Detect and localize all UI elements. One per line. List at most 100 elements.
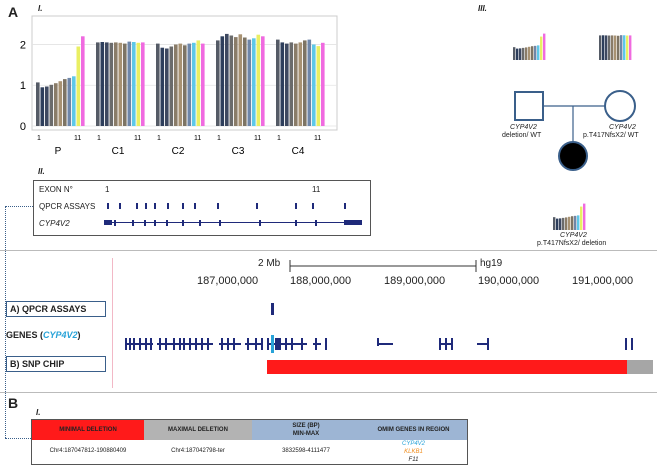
- snp-uncertain-bar: [627, 360, 653, 374]
- bar-P-9: [72, 76, 76, 126]
- mother-minichart-bar-2: [602, 35, 605, 60]
- mother-symbol: [604, 90, 636, 122]
- header-minmax-text: MIN-MAX: [292, 431, 320, 437]
- proband-minichart-bar-4: [562, 217, 565, 230]
- coordinate-tick-5: 191,000,000: [572, 275, 634, 287]
- father-minichart: [513, 33, 546, 60]
- panel-b-letter: B: [8, 395, 19, 411]
- bar-C3-11: [261, 36, 265, 126]
- scale-bar: [289, 260, 477, 272]
- genes-track-label: GENES (CYP4V2): [6, 330, 81, 340]
- mother-minichart-bar-3: [605, 35, 608, 60]
- proband-minichart-bar-1: [553, 217, 556, 230]
- panel-a-iii-label: III.: [478, 4, 487, 13]
- genes-track-gene: CYP4V2: [43, 330, 78, 340]
- proband-gene-label: CYP4V2: [560, 232, 587, 239]
- panel-a-divider: [0, 250, 657, 251]
- mother-minichart-bar-8: [620, 35, 623, 60]
- mother-minichart-bar-10: [626, 35, 629, 60]
- bar-C4-11: [321, 42, 325, 126]
- bar-C2-8: [187, 43, 192, 126]
- y-tick-label: 2: [20, 39, 26, 51]
- mother-minichart-bar-7: [617, 35, 620, 60]
- genome-tracks: [125, 303, 653, 374]
- father-minichart-bar-9: [537, 45, 540, 60]
- header-min-deletion-text: MINIMAL DELETION: [59, 427, 117, 433]
- bar-P-10: [76, 46, 81, 126]
- panel-b-i-label: I.: [36, 408, 41, 417]
- bar-C2-10: [196, 40, 201, 126]
- bar-C1-7: [123, 43, 127, 126]
- x-tick-last: 11: [74, 135, 81, 142]
- cell-size: 3832598-4111477: [282, 448, 330, 454]
- qpcr-assay-mark: [271, 303, 274, 315]
- coordinate-tick-4: 190,000,000: [478, 275, 540, 287]
- snp-track-label: B) SNP CHIP: [6, 356, 106, 372]
- bar-C4-1: [276, 39, 280, 126]
- cell-max-deletion: Chr4:187042798-ter: [171, 448, 225, 454]
- omim-gene-cyp4v2: CYP4V2: [401, 441, 425, 447]
- scale-label: 2 Mb: [258, 258, 281, 269]
- genome-left-rule: [112, 258, 113, 388]
- bar-C3-3: [225, 33, 229, 126]
- header-size-text: SIZE (BP): [292, 423, 320, 429]
- proband-minichart: [553, 203, 586, 230]
- qpcr-assays-label: QPCR ASSAYS: [39, 202, 96, 211]
- x-tick-first: 1: [277, 135, 281, 142]
- mother-genotype-label: p.T417NfsX2/ WT: [583, 132, 639, 139]
- bar-C3-6: [238, 34, 243, 126]
- omim-gene-klkb1: KLKB1: [404, 449, 423, 455]
- mother-minichart-bar-9: [623, 35, 626, 60]
- bar-C3-1: [216, 40, 220, 126]
- bar-C4-4: [289, 42, 294, 126]
- x-tick-first: 1: [37, 135, 41, 142]
- bar-C4-8: [307, 39, 312, 126]
- bar-C1-11: [141, 42, 145, 126]
- x-tick-first: 1: [157, 135, 161, 142]
- proband-minichart-bar-11: [583, 203, 586, 230]
- x-tick-last: 11: [134, 135, 141, 142]
- connector-to-gene-panel: [5, 206, 33, 207]
- coordinate-tick-1: 187,000,000: [197, 275, 259, 287]
- proband-minichart-bar-2: [556, 218, 559, 230]
- x-tick-last: 11: [314, 135, 321, 142]
- bar-C3-7: [243, 37, 247, 126]
- bar-C1-10: [136, 42, 141, 126]
- mother-minichart-bar-1: [599, 35, 602, 60]
- mother-minichart: [599, 35, 632, 60]
- bar-P-11: [81, 36, 85, 126]
- gene-structure-panel: EXON N° 1 11 QPCR ASSAYS CYP4V2: [33, 180, 371, 236]
- proband-minichart-bar-3: [559, 218, 562, 230]
- bar-C3-4: [229, 35, 234, 126]
- bar-C4-6: [298, 42, 303, 126]
- bar-P-8: [67, 77, 72, 126]
- deletion-table: MINIMAL DELETION MAXIMAL DELETION SIZE (…: [31, 419, 468, 465]
- father-minichart-bar-1: [513, 47, 516, 60]
- bar-C2-3: [165, 48, 169, 126]
- group-label-C1: C1: [112, 146, 125, 157]
- snp-deletion-bar: [267, 360, 627, 374]
- bar-C1-2: [100, 42, 105, 126]
- bar-C1-5: [114, 42, 118, 126]
- mother-minichart-bar-11: [629, 35, 632, 60]
- father-minichart-bar-11: [543, 33, 546, 60]
- proband-minichart-bar-9: [577, 215, 580, 230]
- group-label-C2: C2: [172, 146, 185, 157]
- header-omim-text: OMIM GENES IN REGION: [377, 427, 450, 433]
- header-size: SIZE (BP) MIN-MAX: [252, 420, 360, 440]
- x-tick-first: 1: [97, 135, 101, 142]
- x-tick-last: 11: [194, 135, 201, 142]
- bar-C3-10: [256, 34, 261, 127]
- bar-C2-4: [169, 46, 174, 126]
- group-label-C3: C3: [232, 146, 245, 157]
- bar-C4-9: [312, 44, 316, 126]
- bar-C3-2: [220, 36, 225, 126]
- omim-gene-f11: F11: [408, 457, 419, 463]
- header-omim: OMIM GENES IN REGION: [360, 420, 467, 440]
- qpcr-bar-chart: 012 1 11P1 11C11 11C21 11C31 11C4: [20, 15, 338, 157]
- father-minichart-bar-2: [516, 48, 519, 60]
- bar-C2-9: [192, 42, 196, 126]
- cyp4v2-highlight: [271, 335, 274, 353]
- bar-C3-5: [234, 37, 238, 126]
- gene-structure-drawing: [104, 203, 362, 226]
